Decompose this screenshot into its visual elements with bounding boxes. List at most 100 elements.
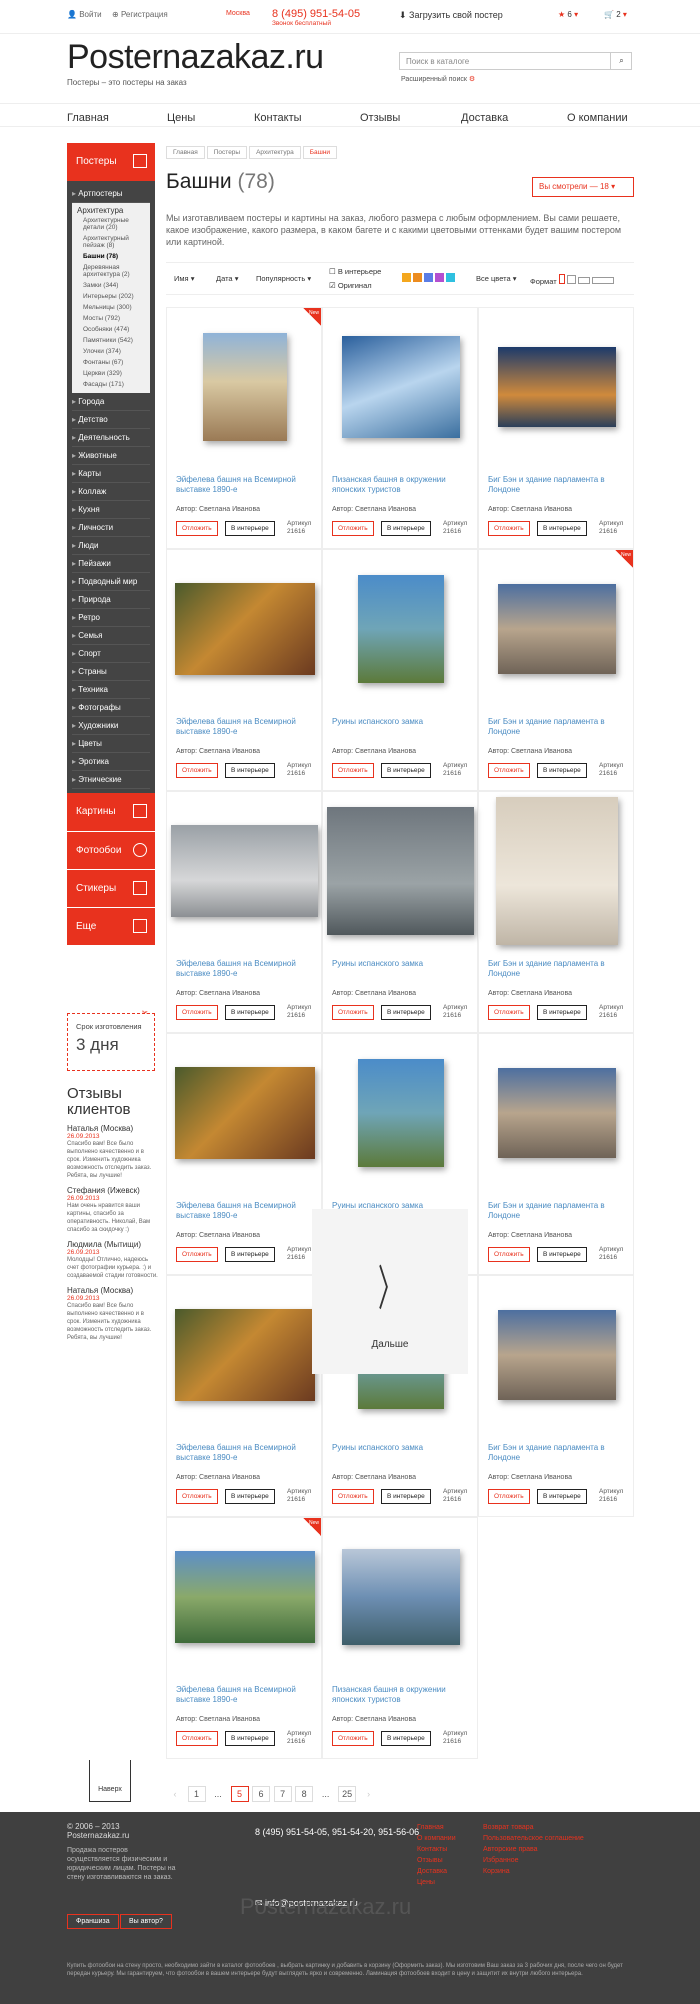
product-title[interactable]: Биг Бэн и здание парламента в Лондоне (488, 475, 628, 495)
product-card[interactable]: New Биг Бэн и здание парламента в Лондоне… (478, 549, 634, 791)
all-colors-dropdown[interactable]: Все цвета ▾ (476, 274, 517, 283)
interior-checkbox[interactable]: ☐ В интерьере (329, 267, 381, 276)
defer-button[interactable]: Отложить (488, 763, 530, 778)
sub-item[interactable]: Фонтаны (67) (77, 357, 145, 368)
franchise-button[interactable]: Франшиза (67, 1914, 119, 1929)
sidebar-item[interactable]: Кухня (72, 501, 150, 519)
sidebar-item[interactable]: Деятельность (72, 429, 150, 447)
page-link[interactable]: 1 (187, 1786, 206, 1802)
defer-button[interactable]: Отложить (176, 1731, 218, 1746)
upload-link[interactable]: ⬇ Загрузить свой постер (399, 10, 503, 21)
sub-item[interactable]: Улочки (374) (77, 346, 145, 357)
sidebar-item[interactable]: Карты (72, 465, 150, 483)
defer-button[interactable]: Отложить (488, 1247, 530, 1262)
sidebar-item[interactable]: Фотографы (72, 699, 150, 717)
interior-button[interactable]: В интерьере (381, 763, 431, 778)
register-link[interactable]: ⊕ Регистрация (112, 10, 168, 19)
sub-item[interactable]: Архитектурные детали (20) (77, 215, 145, 233)
sort-date[interactable]: Дата ▾ (216, 274, 238, 283)
sub-item[interactable]: Церкви (329) (77, 368, 145, 379)
page-link[interactable]: 25 (338, 1786, 357, 1802)
interior-button[interactable]: В интерьере (381, 1731, 431, 1746)
sub-item[interactable]: Памятники (542) (77, 335, 145, 346)
product-card[interactable]: Биг Бэн и здание парламента в Лондоне Авт… (478, 1275, 634, 1517)
product-title[interactable]: Руины испанского замка (332, 717, 472, 727)
nav-delivery[interactable]: Доставка (461, 112, 508, 124)
footer-link[interactable]: Цены (417, 1877, 456, 1888)
nav-about[interactable]: О компании (567, 112, 628, 124)
product-title[interactable]: Эйфелева башня на Всемирной выставке 189… (176, 959, 316, 979)
sub-item[interactable]: Интерьеры (202) (77, 291, 145, 302)
product-image[interactable] (483, 796, 630, 946)
sidebar-item[interactable]: Эротика (72, 753, 150, 771)
product-image[interactable] (483, 1038, 630, 1188)
product-title[interactable]: Эйфелева башня на Всемирной выставке 189… (176, 1685, 316, 1705)
product-title[interactable]: Руины испанского замка (332, 959, 472, 969)
sidebar-item[interactable]: Города (72, 393, 150, 411)
interior-button[interactable]: В интерьере (537, 1489, 587, 1504)
product-image[interactable] (171, 554, 318, 704)
product-image[interactable] (327, 796, 474, 946)
product-card[interactable]: Руины испанского замка Автор: Светлана Ив… (322, 791, 478, 1033)
nav-reviews[interactable]: Отзывы (360, 112, 400, 124)
interior-button[interactable]: В интерьере (225, 1005, 275, 1020)
product-card[interactable]: Эйфелева башня на Всемирной выставке 189… (166, 1033, 322, 1275)
defer-button[interactable]: Отложить (176, 1247, 218, 1262)
product-title[interactable]: Биг Бэн и здание парламента в Лондоне (488, 1443, 628, 1463)
product-image[interactable] (171, 312, 318, 462)
product-image[interactable] (327, 554, 474, 704)
product-title[interactable]: Пизанская башня в окружении японских тур… (332, 1685, 472, 1705)
sidebar-item[interactable]: Художники (72, 717, 150, 735)
interior-button[interactable]: В интерьере (381, 1005, 431, 1020)
sidebar-architecture[interactable]: Архитектура Архитектурные детали (20) Арх… (72, 203, 150, 393)
interior-button[interactable]: В интерьере (225, 1247, 275, 1262)
page-link[interactable]: 8 (295, 1786, 314, 1802)
interior-button[interactable]: В интерьере (537, 1247, 587, 1262)
sidebar-wallpaper[interactable]: Фотообои (67, 831, 155, 869)
defer-button[interactable]: Отложить (176, 763, 218, 778)
footer-link[interactable]: Пользовательское соглашение (483, 1833, 584, 1844)
defer-button[interactable]: Отложить (488, 1489, 530, 1504)
sidebar-item[interactable]: Личности (72, 519, 150, 537)
sidebar-item[interactable]: Животные (72, 447, 150, 465)
product-title[interactable]: Биг Бэн и здание парламента в Лондоне (488, 1201, 628, 1221)
sidebar-paintings[interactable]: Картины (67, 793, 155, 831)
product-image[interactable] (327, 1038, 474, 1188)
defer-button[interactable]: Отложить (176, 1005, 218, 1020)
product-image[interactable] (171, 796, 318, 946)
nav-home[interactable]: Главная (67, 112, 109, 124)
footer-link[interactable]: Контакты (417, 1844, 456, 1855)
favorites[interactable]: ★ 6 ▾ (558, 10, 578, 19)
product-card[interactable]: Руины испанского замка Автор: Светлана Ив… (322, 549, 478, 791)
sub-item-active[interactable]: Башни (78) (77, 251, 145, 262)
sort-pop[interactable]: Популярность ▾ (256, 274, 311, 283)
product-card[interactable]: Пизанская башня в окружении японских тур… (322, 1517, 478, 1759)
footer-link[interactable]: Избранное (483, 1855, 584, 1866)
product-title[interactable]: Пизанская башня в окружении японских тур… (332, 475, 472, 495)
footer-link[interactable]: Доставка (417, 1866, 456, 1877)
product-card[interactable]: New Эйфелева башня на Всемирной выставке … (166, 1517, 322, 1759)
sidebar-item[interactable]: Этнические (72, 771, 150, 789)
city-select[interactable]: Москва (226, 10, 250, 17)
sidebar-item[interactable]: Цветы (72, 735, 150, 753)
defer-button[interactable]: Отложить (332, 1005, 374, 1020)
page-current[interactable]: 5 (230, 1786, 249, 1802)
next-page-button[interactable]: 〉 Дальше (312, 1209, 468, 1374)
product-card[interactable]: Эйфелева башня на Всемирной выставке 189… (166, 791, 322, 1033)
nav-contacts[interactable]: Контакты (254, 112, 302, 124)
footer-link[interactable]: Главная (417, 1822, 456, 1833)
sidebar-item[interactable]: Коллаж (72, 483, 150, 501)
interior-button[interactable]: В интерьере (537, 1005, 587, 1020)
defer-button[interactable]: Отложить (488, 521, 530, 536)
sub-item[interactable]: Мосты (792) (77, 313, 145, 324)
product-title[interactable]: Эйфелева башня на Всемирной выставке 189… (176, 1443, 316, 1463)
sidebar-item[interactable]: Подводный мир (72, 573, 150, 591)
product-card[interactable]: Биг Бэн и здание парламента в Лондоне Авт… (478, 791, 634, 1033)
sub-item[interactable]: Замки (344) (77, 280, 145, 291)
product-title[interactable]: Эйфелева башня на Всемирной выставке 189… (176, 1201, 316, 1221)
sidebar-item[interactable]: Спорт (72, 645, 150, 663)
product-image[interactable] (483, 1280, 630, 1430)
interior-button[interactable]: В интерьере (381, 1489, 431, 1504)
defer-button[interactable]: Отложить (332, 763, 374, 778)
sub-item[interactable]: Фасады (171) (77, 379, 145, 390)
